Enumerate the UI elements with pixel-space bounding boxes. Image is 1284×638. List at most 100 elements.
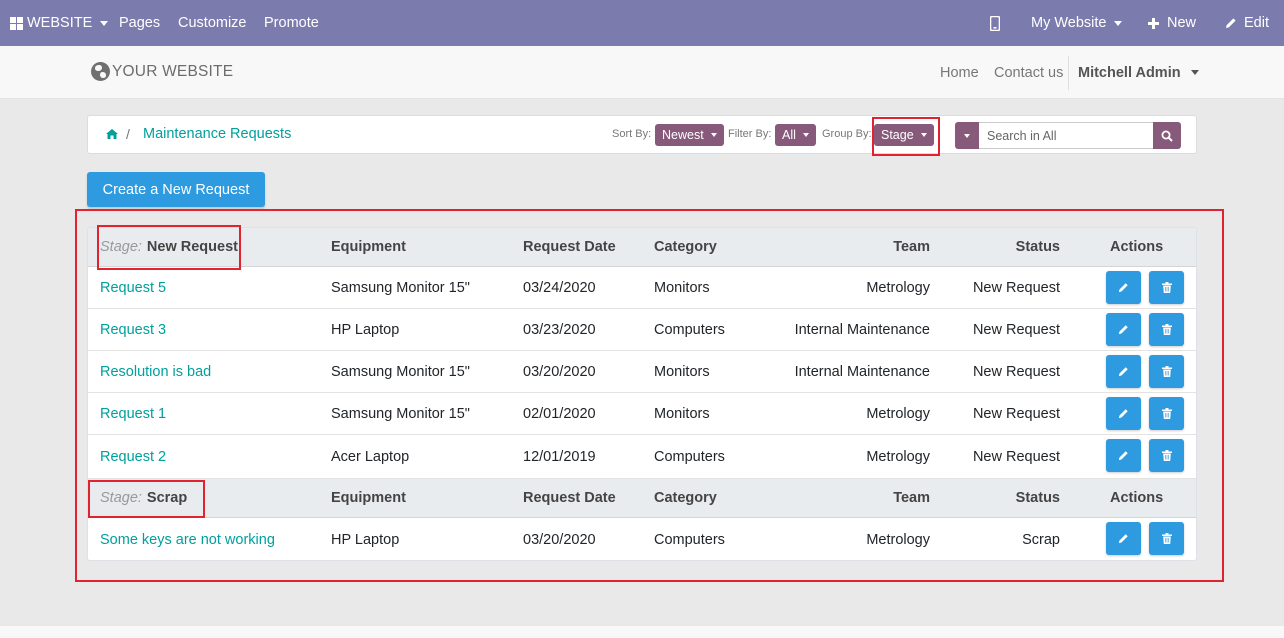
- delete-request-button[interactable]: [1149, 313, 1184, 346]
- sort-by-dropdown[interactable]: Newest: [655, 124, 724, 146]
- breadcrumb-current[interactable]: Maintenance Requests: [143, 126, 291, 142]
- footer-band: [0, 626, 1284, 638]
- pencil-icon: [1118, 534, 1128, 544]
- date-cell: 12/01/2019: [523, 448, 596, 465]
- filter-by-dropdown[interactable]: All: [775, 124, 816, 146]
- equipment-cell: HP Laptop: [331, 321, 400, 338]
- request-name-link[interactable]: Some keys are not working: [100, 518, 275, 560]
- breadcrumb-separator: /: [126, 126, 130, 142]
- trash-icon: [1161, 408, 1172, 419]
- stage-prefix: Stage:: [100, 490, 142, 506]
- table-row: Request 3 HP Laptop 03/23/2020 Computers…: [88, 309, 1196, 351]
- delete-request-button[interactable]: [1149, 397, 1184, 430]
- filter-by-label: Filter By:: [728, 128, 772, 140]
- equipment-cell: Samsung Monitor 15": [331, 405, 470, 422]
- group-by-dropdown[interactable]: Stage: [874, 124, 934, 146]
- column-header-actions: Actions: [1110, 490, 1164, 506]
- table-row: Some keys are not working HP Laptop 03/2…: [88, 518, 1196, 560]
- category-cell: Computers: [654, 321, 725, 338]
- search-input[interactable]: [979, 122, 1153, 149]
- status-cell: New Request: [972, 448, 1060, 465]
- column-header-equipment: Equipment: [331, 239, 406, 255]
- edit-request-button[interactable]: [1106, 522, 1141, 555]
- requests-table: Stage: New Request Equipment Request Dat…: [87, 227, 1197, 561]
- pencil-icon: [1118, 283, 1128, 293]
- website-menu[interactable]: WEBSITE: [10, 0, 109, 46]
- home-icon[interactable]: [106, 129, 118, 139]
- search-filter-dropdown[interactable]: [955, 122, 979, 149]
- create-request-button[interactable]: Create a New Request: [87, 172, 265, 207]
- request-name-link[interactable]: Resolution is bad: [100, 351, 211, 392]
- caret-down-icon: [802, 133, 809, 137]
- table-row: Resolution is bad Samsung Monitor 15" 03…: [88, 351, 1196, 393]
- my-website-menu[interactable]: My Website: [1031, 0, 1123, 46]
- edit-request-button[interactable]: [1106, 397, 1141, 430]
- apps-grid-icon: [10, 16, 23, 30]
- trash-icon: [1161, 282, 1172, 293]
- user-menu[interactable]: Mitchell Admin: [1078, 46, 1199, 99]
- customize-menu[interactable]: Customize: [178, 0, 247, 46]
- delete-request-button[interactable]: [1149, 522, 1184, 555]
- nav-home[interactable]: Home: [940, 46, 979, 99]
- category-cell: Monitors: [654, 363, 710, 380]
- edit-request-button[interactable]: [1106, 271, 1141, 304]
- search-button[interactable]: [1153, 122, 1181, 149]
- new-button[interactable]: New: [1148, 0, 1196, 46]
- column-header-team: Team: [893, 490, 930, 506]
- column-header-request-date: Request Date: [523, 490, 616, 506]
- mobile-preview-button[interactable]: [990, 0, 1000, 46]
- table-row: Request 1 Samsung Monitor 15" 02/01/2020…: [88, 393, 1196, 435]
- stage-cell: Stage: Scrap: [100, 479, 187, 517]
- equipment-cell: Acer Laptop: [331, 448, 410, 465]
- mobile-phone-icon: [990, 15, 1000, 31]
- edit-request-button[interactable]: [1106, 439, 1141, 472]
- edit-request-button[interactable]: [1106, 355, 1141, 388]
- category-cell: Computers: [654, 448, 725, 465]
- date-cell: 03/23/2020: [523, 321, 596, 338]
- date-cell: 03/20/2020: [523, 363, 596, 380]
- column-header-status: Status: [1015, 239, 1060, 255]
- request-name-link[interactable]: Request 3: [100, 309, 166, 350]
- delete-request-button[interactable]: [1149, 355, 1184, 388]
- team-cell: Internal Maintenance: [794, 363, 930, 380]
- date-cell: 03/24/2020: [523, 279, 596, 296]
- category-cell: Monitors: [654, 279, 710, 296]
- column-header-team: Team: [893, 239, 930, 255]
- column-header-category: Category: [654, 239, 717, 255]
- team-cell: Metrology: [866, 279, 930, 296]
- caret-down-icon: [100, 20, 109, 26]
- trash-icon: [1161, 450, 1172, 461]
- edit-request-button[interactable]: [1106, 313, 1141, 346]
- user-name: Mitchell Admin: [1078, 64, 1181, 81]
- site-logo[interactable]: YOUR WEBSITE: [91, 62, 233, 81]
- pencil-icon: [1226, 18, 1236, 28]
- caret-down-icon: [710, 133, 717, 137]
- request-name-link[interactable]: Request 5: [100, 267, 166, 308]
- team-cell: Internal Maintenance: [794, 321, 930, 338]
- nav-divider: [1068, 56, 1069, 90]
- caret-down-icon: [964, 133, 970, 138]
- pencil-icon: [1118, 325, 1128, 335]
- edit-label: Edit: [1244, 15, 1269, 31]
- column-header-category: Category: [654, 490, 717, 506]
- promote-menu[interactable]: Promote: [264, 0, 319, 46]
- delete-request-button[interactable]: [1149, 271, 1184, 304]
- caret-down-icon: [1114, 20, 1123, 26]
- logo-text: YOUR WEBSITE: [112, 62, 234, 80]
- status-cell: New Request: [972, 363, 1060, 380]
- globe-icon: [91, 62, 110, 81]
- pages-menu[interactable]: Pages: [119, 0, 160, 46]
- delete-request-button[interactable]: [1149, 439, 1184, 472]
- request-name-link[interactable]: Request 2: [100, 435, 166, 478]
- status-cell: New Request: [972, 321, 1060, 338]
- nav-contact-us[interactable]: Contact us: [994, 46, 1063, 99]
- category-cell: Monitors: [654, 405, 710, 422]
- status-cell: Scrap: [1022, 531, 1060, 548]
- group-by-value: Stage: [881, 128, 914, 142]
- edit-button[interactable]: Edit: [1225, 0, 1269, 46]
- request-name-link[interactable]: Request 1: [100, 393, 166, 434]
- my-website-label: My Website: [1031, 15, 1107, 31]
- new-label: New: [1167, 15, 1197, 31]
- team-cell: Metrology: [866, 405, 930, 422]
- breadcrumb-bar: / Maintenance Requests Sort By: Newest F…: [87, 115, 1197, 154]
